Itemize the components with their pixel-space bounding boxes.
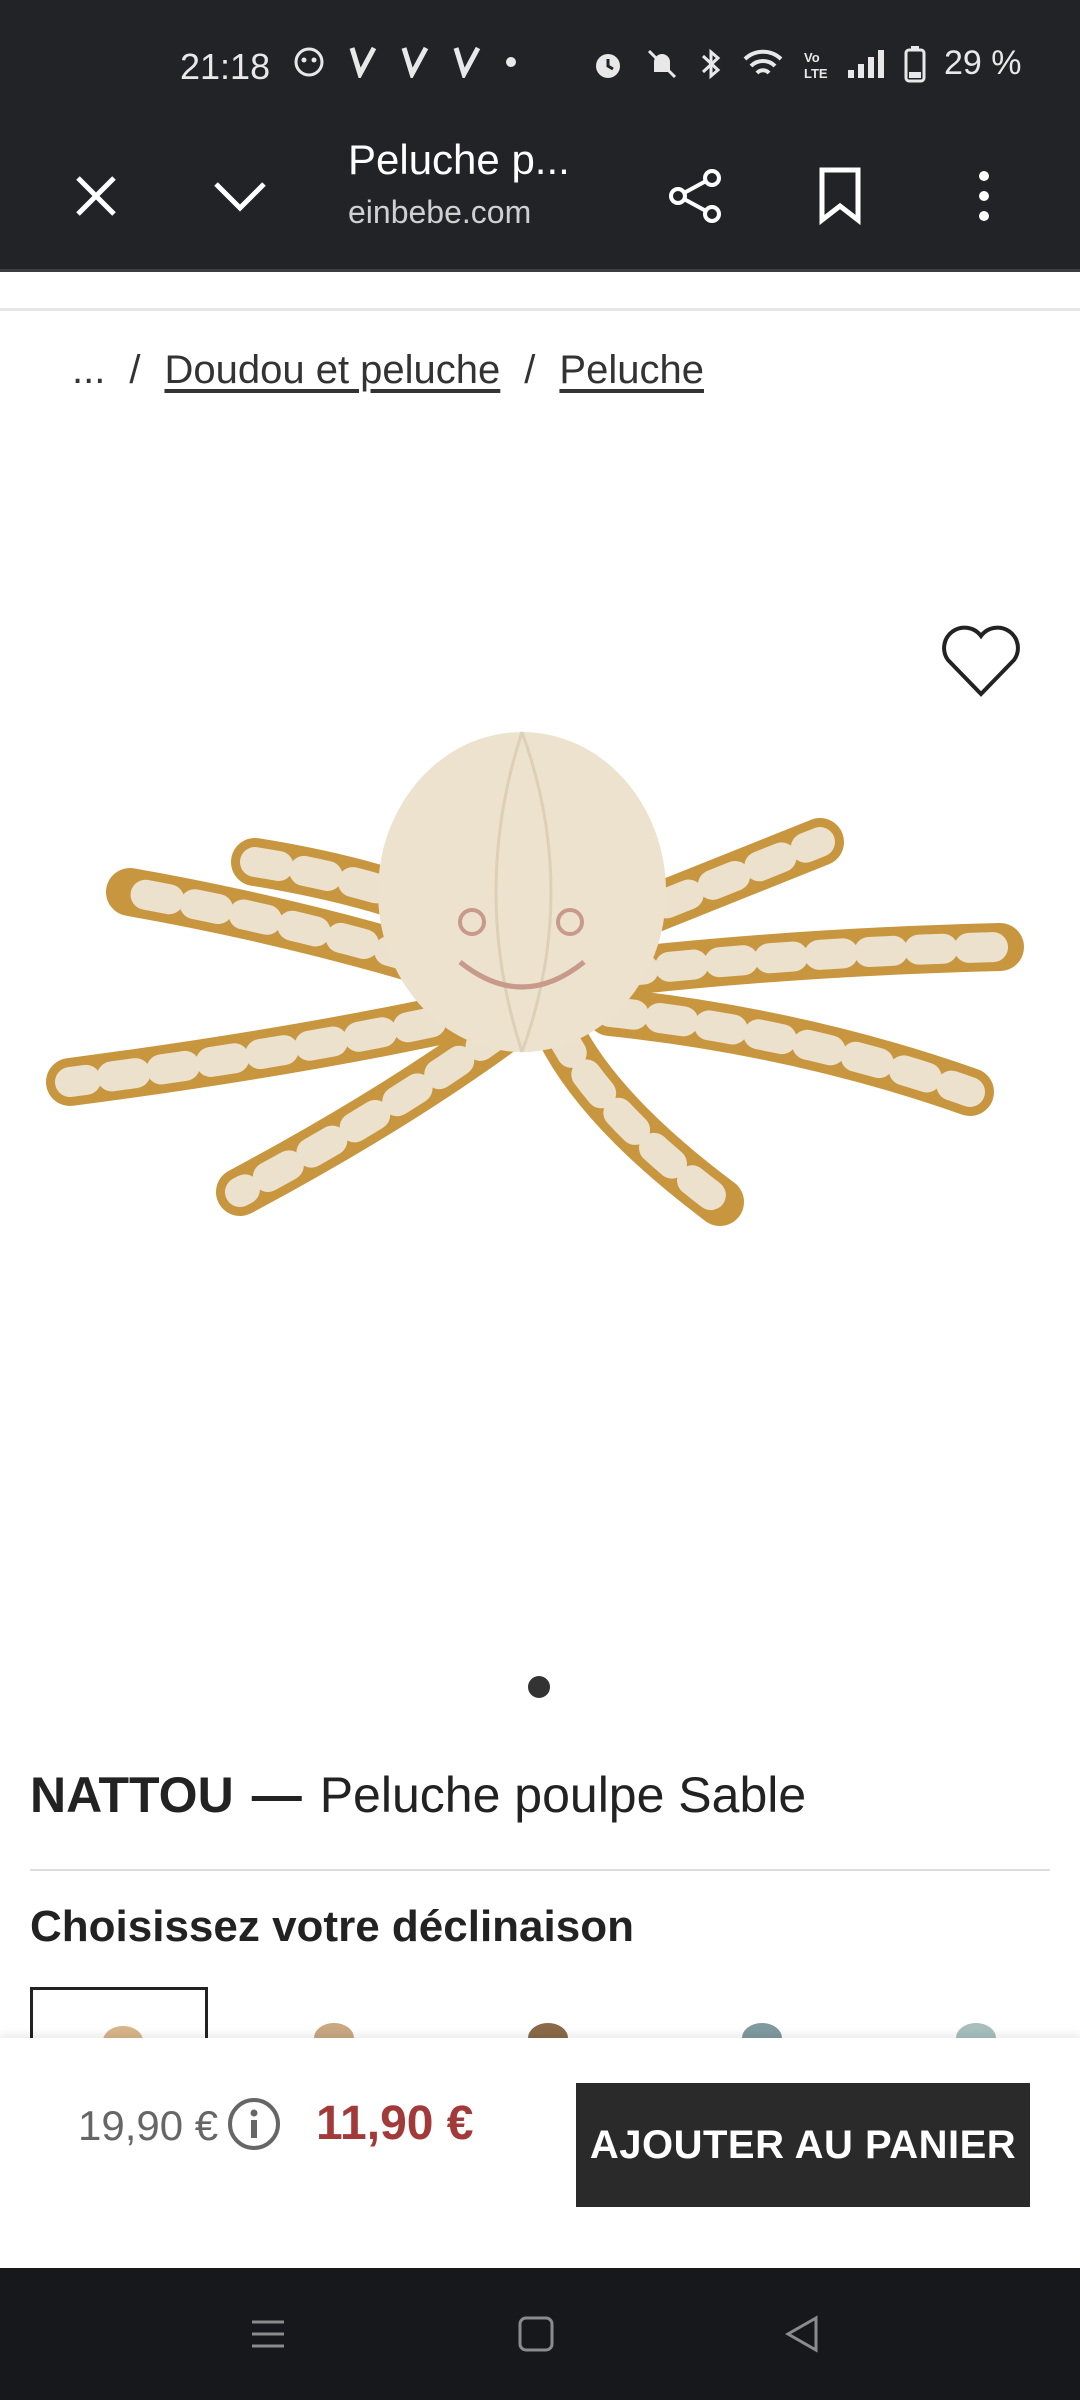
app-notification-icon <box>294 47 324 77</box>
add-to-cart-button[interactable]: AJOUTER AU PANIER <box>576 2083 1030 2207</box>
home-icon <box>518 2316 554 2352</box>
breadcrumb-link-doudou[interactable]: Doudou et peluche <box>164 348 500 393</box>
minimize-button[interactable] <box>192 148 288 244</box>
chevron-down-icon <box>214 182 266 212</box>
carousel-indicator[interactable] <box>528 1676 550 1698</box>
breadcrumb-ellipsis[interactable]: ... <box>72 348 105 393</box>
variant-list <box>30 1987 1080 2040</box>
breadcrumb-separator: / <box>524 348 536 392</box>
breadcrumb-link-peluche[interactable]: Peluche <box>559 348 704 393</box>
info-icon <box>228 2098 280 2150</box>
close-tab-button[interactable] <box>48 148 144 244</box>
more-menu-button[interactable] <box>936 148 1032 244</box>
heart-icon <box>942 625 1020 697</box>
variant-swatch[interactable] <box>672 1987 850 2040</box>
variant-swatch[interactable] <box>458 1987 636 2040</box>
title-divider <box>30 1869 1050 1871</box>
wishlist-button[interactable] <box>938 622 1024 702</box>
svg-text:Vo: Vo <box>804 50 820 65</box>
bluetooth-icon <box>701 48 721 79</box>
product-brand[interactable]: NATTOU <box>30 1766 234 1824</box>
sticky-cart-bar: 19,90 € 11,90 € AJOUTER AU PANIER <box>0 2038 1080 2268</box>
status-bar: 21:18 Vo LTE 29 % <box>0 0 1080 120</box>
breadcrumb: ... / Doudou et peluche / Peluche <box>72 348 704 393</box>
svg-text:LTE: LTE <box>804 66 828 81</box>
product-name: Peluche poulpe Sable <box>319 1767 807 1823</box>
signal-icon <box>848 49 884 78</box>
close-icon <box>76 176 116 216</box>
share-button[interactable] <box>648 148 744 244</box>
web-page: ... / Doudou et peluche / Peluche NATTOU… <box>0 272 1080 2040</box>
product-image[interactable] <box>0 592 1080 1672</box>
back-icon <box>784 2315 818 2353</box>
alarm-icon <box>596 53 620 78</box>
wifi-icon <box>743 49 783 75</box>
breadcrumb-separator: / <box>129 348 141 392</box>
recents-icon <box>252 2320 284 2348</box>
dot-icon <box>506 57 516 67</box>
product-title: NATTOU — Peluche poulpe Sable <box>30 1766 806 1824</box>
bookmark-icon <box>819 167 861 226</box>
variant-swatch-selected[interactable] <box>30 1987 208 2040</box>
octopus-head <box>378 732 666 1052</box>
variant-swatch[interactable] <box>886 1987 1064 2040</box>
bookmark-button[interactable] <box>792 148 888 244</box>
page-domain: einbebe.com <box>348 194 532 230</box>
back-button[interactable] <box>772 2304 832 2364</box>
share-icon <box>669 169 721 223</box>
mute-icon <box>647 49 677 78</box>
v-icon <box>349 46 377 78</box>
recents-button[interactable] <box>238 2304 298 2364</box>
price-info-button[interactable] <box>226 2096 282 2152</box>
volte-icon: VoLTE <box>804 50 828 81</box>
v-icon <box>401 46 429 78</box>
home-button[interactable] <box>506 2304 566 2364</box>
clock: 21:18 <box>180 46 271 87</box>
battery-percentage: 29 % <box>944 44 1022 82</box>
system-icons: Vo LTE 29 % <box>590 44 1022 83</box>
system-navigation-bar <box>0 2268 1080 2400</box>
header-divider <box>0 308 1080 311</box>
page-title-area[interactable]: Peluche p... einbebe.com <box>348 136 588 231</box>
page-title: Peluche p... <box>348 136 570 183</box>
more-vert-icon <box>979 171 989 221</box>
old-price: 19,90 € <box>78 2102 219 2149</box>
variant-heading: Choisissez votre déclinaison <box>30 1902 634 1951</box>
v-icon <box>453 46 481 78</box>
title-dash: — <box>251 1767 302 1823</box>
battery-icon <box>904 45 926 82</box>
variant-swatch[interactable] <box>244 1987 422 2040</box>
sale-price: 11,90 € <box>316 2097 474 2150</box>
browser-toolbar: Peluche p... einbebe.com <box>0 120 1080 272</box>
notification-icons <box>292 44 518 78</box>
